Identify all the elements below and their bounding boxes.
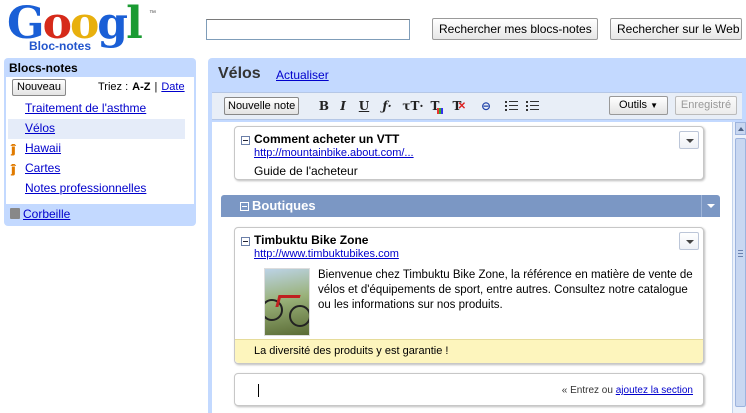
bulleted-list-icon[interactable] [526,101,539,112]
search-notebooks-button[interactable]: Rechercher mes blocs-notes [432,18,598,40]
tools-label: Outils [618,99,648,111]
notebook-list: Nouveau Triez : A-Z | Date Traitement de l'… [6,77,194,204]
sort-by-date-link[interactable]: Date [161,81,184,93]
shared-users-icon: ĵĵ [11,162,15,176]
notebooks-sidebar: Blocs-notes Nouveau Triez : A-Z | Date Trai… [4,58,196,226]
shared-users-icon: ĵĵ [11,142,15,156]
underline-icon[interactable]: U [355,98,373,114]
note-url-link[interactable]: http://www.timbuktubikes.com [254,248,399,260]
collapse-icon[interactable] [241,237,250,246]
text-color-icon[interactable]: T [426,98,444,114]
sidebar-title: Blocs-notes [9,61,78,75]
numbered-list-icon[interactable] [505,101,518,112]
saved-status-button: Enregistré [675,96,737,115]
chevron-down-icon: ▼ [650,101,659,110]
logo-letter: l [126,0,143,49]
note-menu-dropdown[interactable] [679,131,699,149]
editor-toolbar: Nouvelle note B I U ƒ· τT· T T ✕ ⊖ Outils… [212,92,742,120]
refresh-link[interactable]: Actualiser [276,68,329,82]
note-comment[interactable]: La diversité des produits y est garantie… [235,339,703,363]
scroll-grip-icon [738,250,743,259]
trash-link[interactable]: Corbeille [23,207,70,221]
note-body[interactable]: Guide de l'acheteur [254,164,358,178]
collapse-section-icon[interactable] [240,202,249,211]
clear-formatting-icon[interactable]: T ✕ [448,98,466,114]
logo-letter: g [97,0,128,49]
google-notebook-logo[interactable]: Google ™ Bloc-notes [7,0,157,90]
note-title: Timbuktu Bike Zone [254,233,369,247]
note-menu-dropdown[interactable] [679,232,699,250]
sort-controls: Triez : A-Z | Date [98,81,185,93]
trash-icon [10,208,20,219]
sort-separator: | [154,81,158,93]
note-card[interactable]: Comment acheter un VTT http://mountainbi… [234,126,704,180]
section-menu-dropdown[interactable] [701,195,720,217]
search-input[interactable] [206,19,410,40]
add-section-link[interactable]: ajoutez la section [616,385,693,396]
note-title: Comment acheter un VTT [254,132,400,146]
section-header[interactable]: Boutiques [221,195,720,217]
scroll-thumb[interactable] [735,138,746,407]
notebook-panel: Vélos Actualiser Nouvelle note B I U ƒ· … [208,58,746,413]
font-size-icon[interactable]: τT· [402,98,424,114]
sidebar-item-notes-pro[interactable]: Notes professionnelles [8,179,185,199]
bike-photo-image [264,268,310,336]
logo-trademark: ™ [149,10,156,17]
new-note-entry[interactable]: « Entrez ou ajoutez la section [234,373,704,406]
trash-item[interactable]: Corbeille [10,207,70,221]
link-icon[interactable]: ⊖ [477,98,495,114]
collapse-icon[interactable] [241,136,250,145]
sidebar-item-velos[interactable]: Vélos [8,119,185,139]
sidebar-item-cartes[interactable]: ĵĵ Cartes [8,159,185,179]
sidebar-item-label[interactable]: Vélos [25,121,55,135]
note-body[interactable]: Bienvenue chez Timbuktu Bike Zone, la ré… [318,268,700,313]
sidebar-item-label[interactable]: Traitement de l'asthme [25,101,146,115]
sort-label: Triez : [98,81,129,93]
hint-prefix: « Entrez ou [561,385,613,396]
font-family-icon[interactable]: ƒ· [378,98,396,114]
text-caret [258,384,259,397]
notes-area: Comment acheter un VTT http://mountainbi… [212,122,732,413]
scroll-up-arrow-icon[interactable] [735,122,746,135]
bold-icon[interactable]: B [315,98,333,114]
sidebar-item-label[interactable]: Hawaii [25,141,61,155]
note-url-link[interactable]: http://mountainbike.about.com/... [254,147,414,159]
note-card[interactable]: Timbuktu Bike Zone http://www.timbuktubi… [234,227,704,364]
tools-menu-button[interactable]: Outils ▼ [609,96,668,115]
sort-az: A-Z [132,81,151,93]
italic-icon[interactable]: I [334,98,352,114]
notebook-title[interactable]: Vélos [218,65,261,83]
new-note-hint: « Entrez ou ajoutez la section [562,385,693,396]
vertical-scrollbar[interactable] [732,122,746,413]
sidebar-item-asthma[interactable]: Traitement de l'asthme [8,99,185,119]
sidebar-item-hawaii[interactable]: ĵĵ Hawaii [8,139,185,159]
logo-product-name: Bloc-notes [29,39,92,53]
section-title: Boutiques [252,198,316,213]
new-note-button[interactable]: Nouvelle note [224,97,300,115]
search-web-button[interactable]: Rechercher sur le Web [610,18,742,40]
sidebar-item-label[interactable]: Cartes [25,161,60,175]
new-notebook-button[interactable]: Nouveau [12,79,67,96]
sidebar-item-label[interactable]: Notes professionnelles [25,181,146,195]
